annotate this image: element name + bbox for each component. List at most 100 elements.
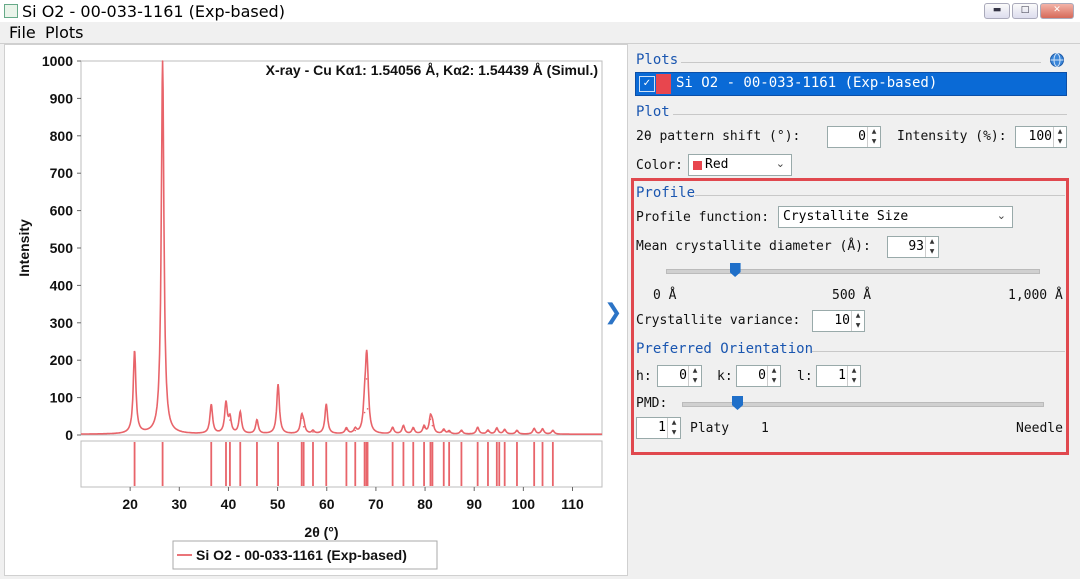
peak-point [476, 427, 479, 430]
pmd-label: PMD: [636, 396, 668, 411]
peak-point [239, 412, 242, 415]
close-button[interactable]: ✕ [1040, 3, 1074, 19]
plots-section-label: Plots [636, 52, 679, 68]
scale-min-label: 0 Å [653, 288, 677, 303]
peak-point [366, 408, 369, 410]
check-icon[interactable]: ✓ [639, 76, 655, 92]
peak-point [161, 60, 164, 62]
peak-point [429, 418, 432, 421]
color-swatch [693, 161, 702, 170]
peak-point [552, 430, 554, 433]
color-swatch [656, 74, 671, 94]
chart-title: X-ray - Cu Kα1: 1.54056 Å, Kα2: 1.54439 … [266, 62, 598, 78]
maximize-button[interactable]: □ [1012, 3, 1038, 19]
title-bar: Si O2 - 00-033-1161 (Exp-based) ▬ □ ✕ [0, 0, 1080, 23]
k-label: k: [717, 369, 733, 384]
l-value: 1 [838, 368, 846, 383]
x-tick-label: 90 [466, 496, 482, 512]
scale-max-label: 1,000 Å [1008, 288, 1063, 303]
pmd-slider-thumb[interactable] [732, 396, 743, 410]
profile-function-value: Crystallite Size [783, 209, 909, 224]
peak-point [431, 424, 434, 427]
x-tick-label: 110 [561, 496, 584, 512]
variance-spinner[interactable]: 10 ▲ ▼ [812, 310, 865, 332]
scale-mid-label: 500 Å [832, 288, 872, 303]
peak-point [354, 429, 357, 432]
peak-point [412, 428, 415, 430]
divider [695, 195, 1065, 196]
peak-point [533, 428, 535, 431]
diameter-spinner[interactable]: 93 ▲ ▼ [887, 236, 939, 258]
needle-label: Needle [1016, 421, 1063, 436]
x-tick-label: 60 [319, 496, 335, 512]
variance-label: Crystallite variance: [636, 313, 801, 328]
peak-point [487, 430, 489, 433]
menu-file[interactable]: File [9, 23, 36, 42]
y-tick-label: 900 [50, 90, 74, 106]
peak-point [402, 425, 405, 428]
peak-point [225, 403, 227, 406]
spinner-arrows-icon[interactable]: ▲ ▼ [1053, 127, 1066, 147]
diameter-label: Mean crystallite diameter (Å): [636, 239, 871, 254]
y-tick-label: 700 [50, 165, 74, 181]
pmd-value: 1 [658, 420, 666, 435]
spinner-arrows-icon[interactable]: ▲ ▼ [925, 237, 938, 257]
peak-point [300, 417, 303, 419]
color-label: Color: [636, 158, 683, 173]
spinner-arrows-icon[interactable]: ▲ ▼ [667, 418, 680, 438]
diameter-value: 93 [908, 239, 924, 254]
chevron-down-icon[interactable]: ⌄ [997, 209, 1006, 222]
globe-icon[interactable] [1049, 52, 1065, 68]
peak-point [256, 420, 258, 422]
orientation-section-label: Preferred Orientation [636, 341, 814, 357]
peak-point [229, 419, 231, 421]
pmd-spinner[interactable]: 1 ▲ ▼ [636, 417, 681, 439]
peak-point [325, 404, 328, 406]
l-spinner[interactable]: 1 ▲ ▼ [816, 365, 861, 387]
diameter-slider-track[interactable] [666, 269, 1040, 274]
settings-pane: Plots ✓ Si O2 - 00-033-1161 (Exp-based) … [629, 44, 1075, 574]
peak-point [541, 428, 544, 431]
xrd-chart[interactable]: 0 100 200 300 400 500 600 700 800 900 1000 20 30 40 50… [5, 45, 627, 575]
color-select[interactable]: Red ⌄ [688, 154, 792, 176]
collapse-arrow-icon[interactable]: ❯ [604, 300, 622, 325]
peak-point [442, 429, 445, 432]
peak-point [391, 427, 394, 430]
spinner-arrows-icon[interactable]: ▲ ▼ [767, 366, 780, 386]
profile-function-select[interactable]: Crystallite Size ⌄ [778, 206, 1013, 228]
peak-point [133, 351, 136, 353]
peak-point [210, 405, 213, 407]
stick-frame [80, 440, 603, 488]
x-tick-label: 80 [417, 496, 433, 512]
h-value: 0 [679, 368, 687, 383]
y-tick-label: 400 [50, 277, 74, 293]
peak-point [496, 428, 498, 430]
plot-item-label: Si O2 - 00-033-1161 (Exp-based) [676, 75, 938, 91]
spinner-arrows-icon[interactable]: ▲ ▼ [688, 366, 701, 386]
k-value: 0 [758, 368, 766, 383]
spinner-arrows-icon[interactable]: ▲ ▼ [867, 127, 880, 147]
platy-label: Platy [690, 421, 730, 436]
divider [681, 62, 1041, 63]
menu-plots[interactable]: Plots [45, 23, 84, 42]
intensity-spinner[interactable]: 100 ▲ ▼ [1015, 126, 1067, 148]
plot-list-item[interactable]: ✓ Si O2 - 00-033-1161 (Exp-based) [635, 72, 1067, 96]
x-tick-label: 50 [270, 496, 286, 512]
peak-point [277, 384, 279, 387]
peak-point [345, 428, 348, 431]
h-spinner[interactable]: 0 ▲ ▼ [657, 365, 702, 387]
spinner-arrows-icon[interactable]: ▲ ▼ [851, 311, 864, 331]
chevron-down-icon[interactable]: ⌄ [776, 157, 785, 170]
y-tick-label: 500 [50, 240, 74, 256]
legend-label: Si O2 - 00-033-1161 (Exp-based) [196, 547, 407, 563]
spinner-arrows-icon[interactable]: ▲ ▼ [847, 366, 860, 386]
minimize-button[interactable]: ▬ [984, 3, 1010, 19]
x-tick-label: 30 [172, 496, 188, 512]
shift-spinner[interactable]: 0 ▲ ▼ [827, 126, 881, 148]
divider [812, 351, 1065, 352]
diameter-slider-thumb[interactable] [729, 263, 741, 277]
plot-pane: 0 100 200 300 400 500 600 700 800 900 1000 20 30 40 50… [4, 44, 628, 576]
k-spinner[interactable]: 0 ▲ ▼ [736, 365, 781, 387]
variance-value: 10 [834, 313, 850, 328]
intensity-value: 100 [1028, 129, 1052, 144]
